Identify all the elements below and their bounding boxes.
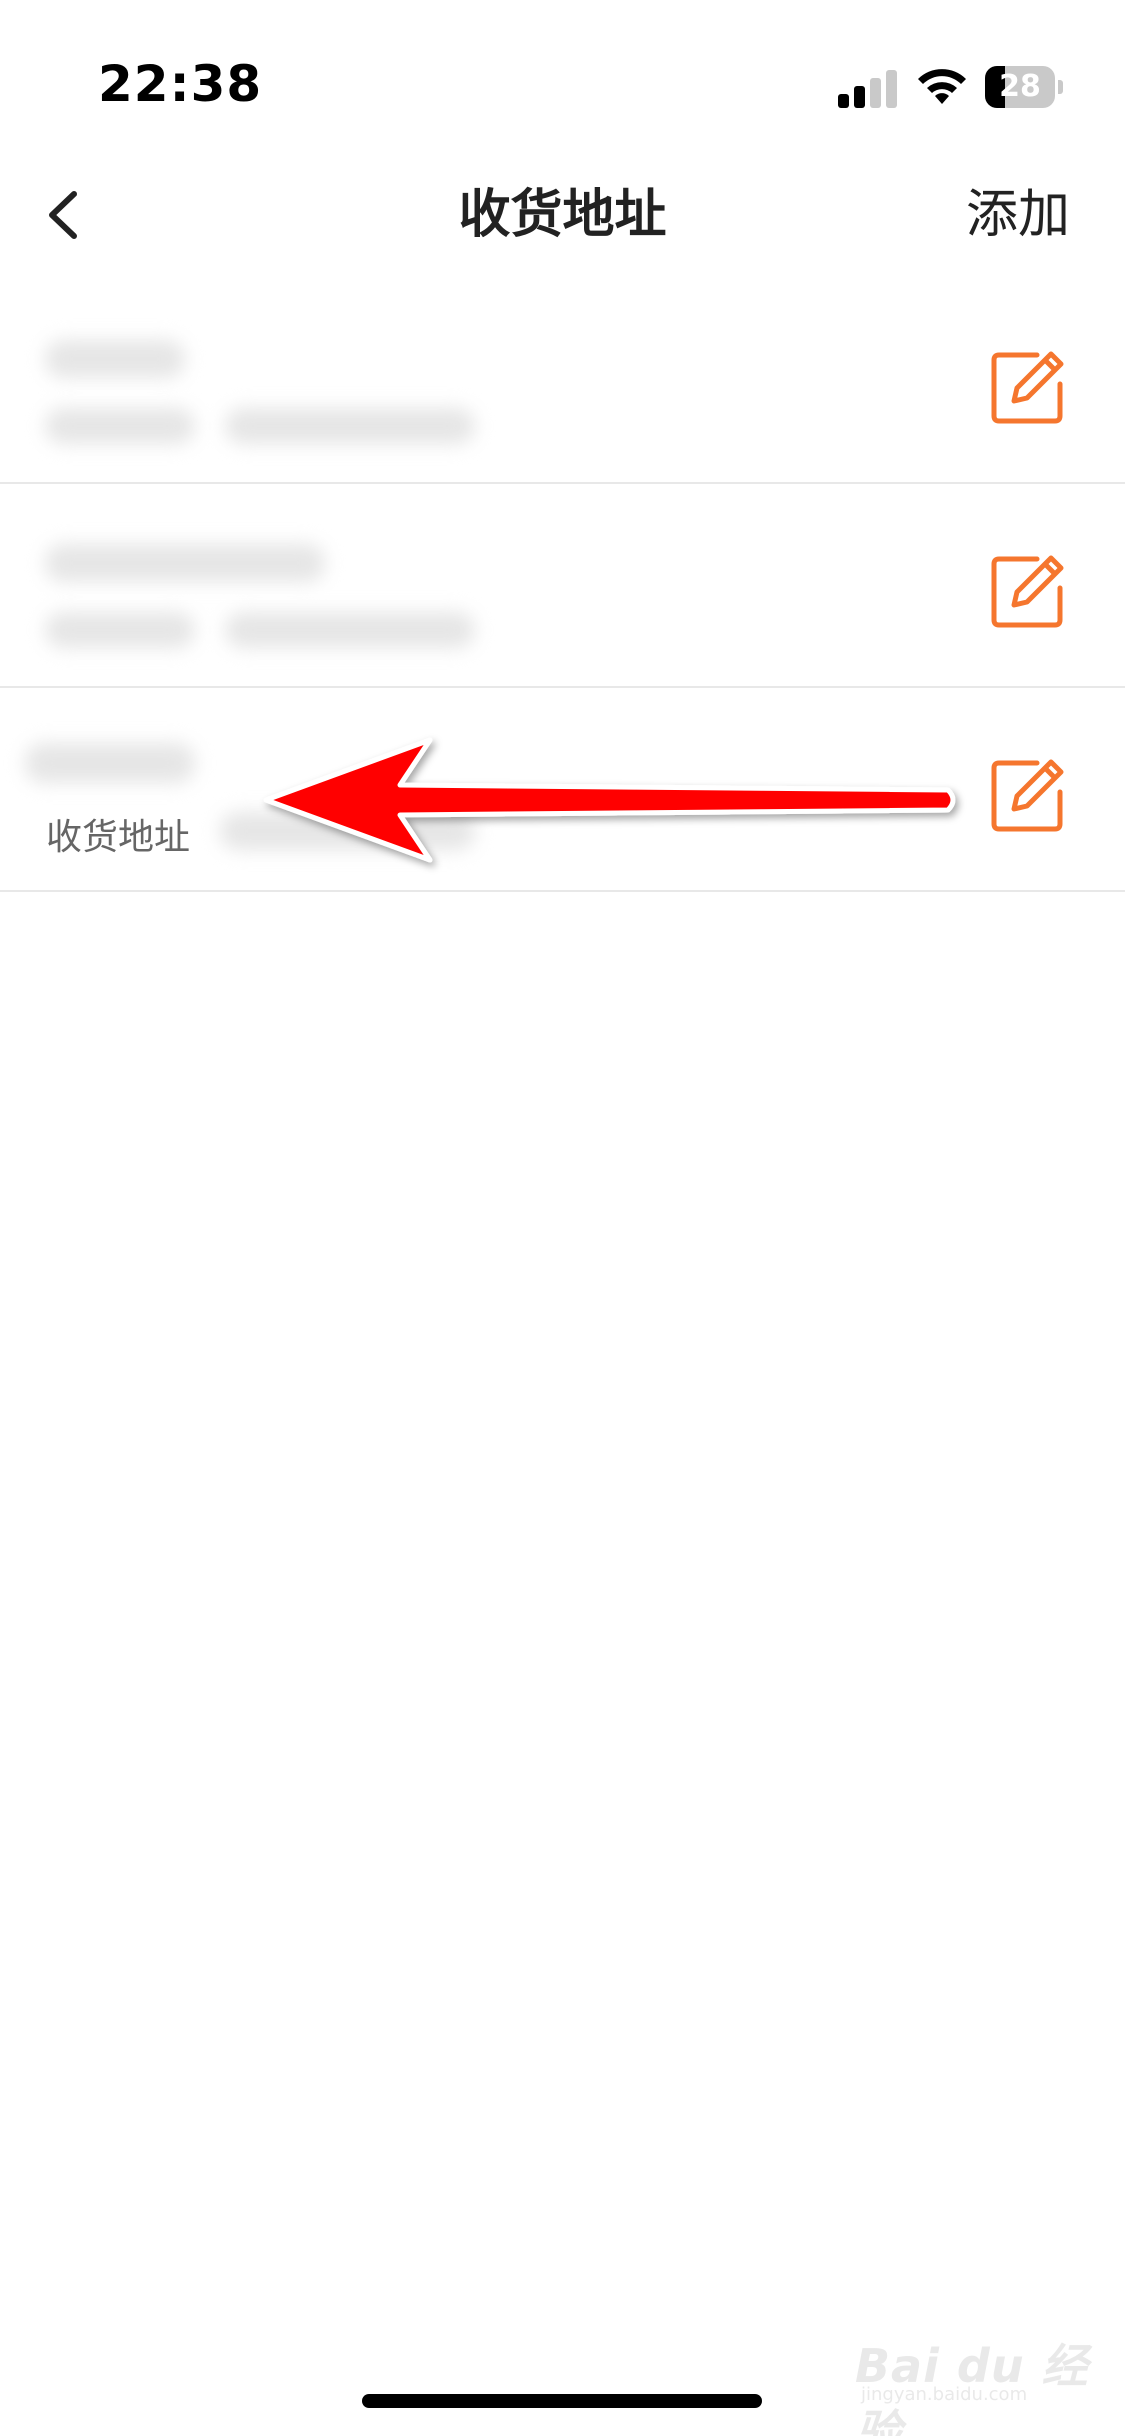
watermark-brand: Bai du 经验 — [855, 2339, 1089, 2436]
obscured-name — [45, 544, 325, 582]
obscured-address — [45, 612, 195, 648]
battery-tip — [1058, 80, 1063, 94]
battery-level: 28 — [999, 69, 1041, 104]
obscured-name — [25, 743, 195, 783]
chevron-left-icon — [49, 191, 77, 239]
status-bar: 22:38 28 — [0, 0, 1125, 140]
address-screen: 22:38 28 收货地址 添加 收货地址 Bai du 经验 jingyan.… — [0, 0, 1125, 2436]
address-item[interactable] — [0, 484, 1125, 688]
edit-pencil-icon — [991, 555, 1064, 628]
edit-address-button[interactable] — [989, 552, 1067, 630]
edit-address-button[interactable] — [989, 756, 1067, 834]
page-title: 收货地址 — [458, 185, 667, 245]
obscured-name — [45, 340, 185, 378]
home-indicator — [362, 2394, 762, 2408]
obscured-address — [225, 408, 475, 444]
signal-bar — [886, 70, 897, 108]
edit-pencil-icon — [991, 759, 1064, 832]
signal-icon — [838, 68, 898, 108]
watermark-logo: Bai du 经验 jingyan.baidu.com — [855, 2322, 1095, 2436]
status-time: 22:38 — [98, 55, 263, 113]
obscured-address — [225, 612, 475, 648]
nav-bar: 收货地址 添加 — [0, 160, 1125, 270]
signal-bar — [870, 78, 881, 108]
wifi-icon — [918, 69, 966, 104]
edit-address-button[interactable] — [989, 348, 1067, 426]
address-list: 收货地址 — [0, 280, 1125, 892]
signal-bar — [838, 94, 849, 108]
battery-body: 28 — [985, 66, 1055, 108]
back-button[interactable] — [30, 180, 100, 250]
watermark-url: jingyan.baidu.com — [861, 2384, 1028, 2405]
address-item[interactable]: 收货地址 — [0, 688, 1125, 892]
obscured-address — [220, 812, 475, 850]
address-label: 收货地址 — [46, 817, 191, 858]
obscured-address — [45, 408, 195, 444]
address-item[interactable] — [0, 280, 1125, 484]
signal-bar — [854, 86, 865, 108]
battery-icon: 28 — [985, 66, 1065, 108]
edit-pencil-icon — [991, 351, 1064, 424]
add-address-button[interactable]: 添加 — [966, 160, 1070, 270]
